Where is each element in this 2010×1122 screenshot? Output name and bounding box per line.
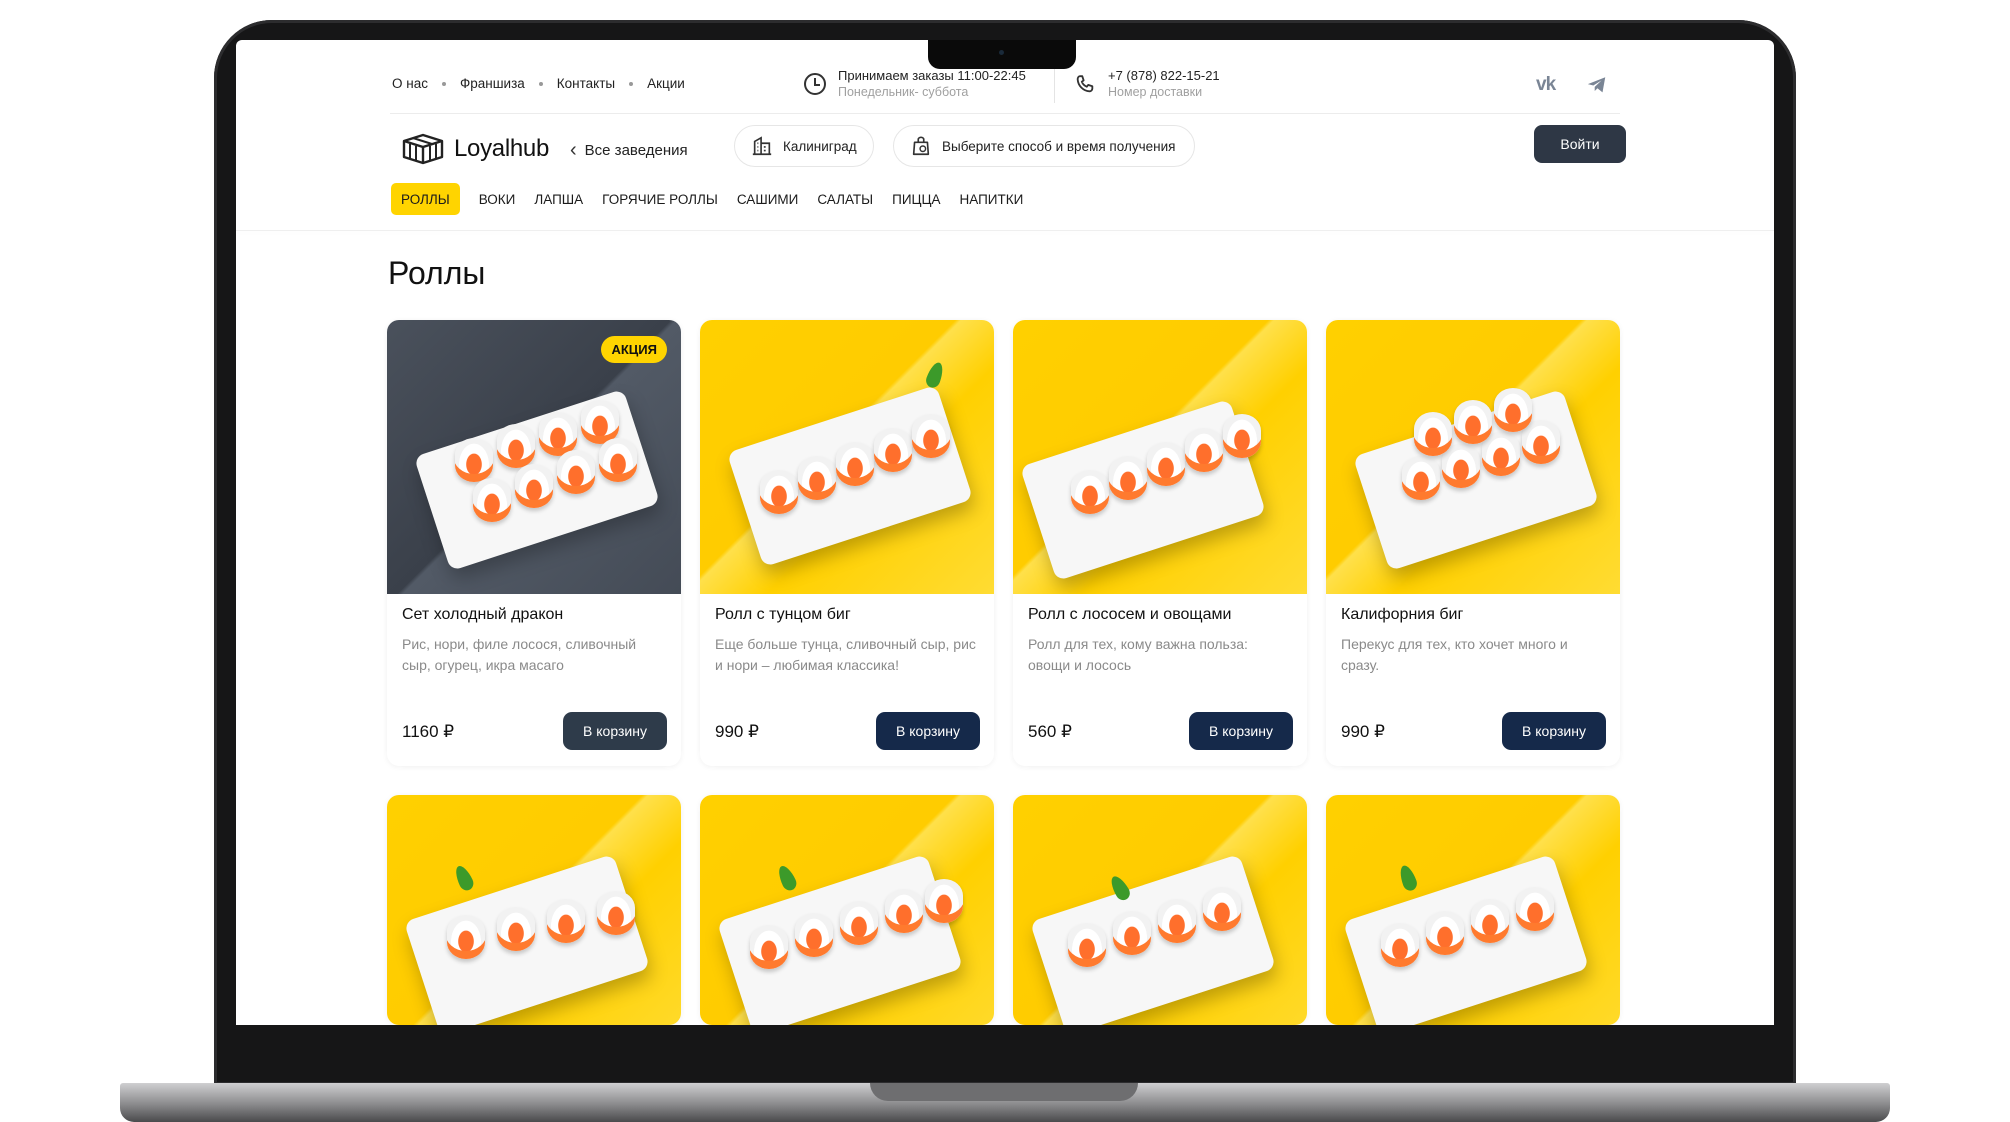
delivery-label: Выберите способ и время получения bbox=[942, 138, 1176, 154]
phone-icon bbox=[1076, 75, 1094, 93]
tab-noodles[interactable]: ЛАПША bbox=[534, 183, 583, 215]
divider bbox=[1054, 69, 1055, 103]
tab-sashimi[interactable]: САШИМИ bbox=[737, 183, 798, 215]
phone-subtitle: Номер доставки bbox=[1108, 85, 1203, 99]
product-price: 560 ₽ bbox=[1028, 722, 1072, 741]
tab-drinks[interactable]: НАПИТКИ bbox=[960, 183, 1024, 215]
product-card[interactable]: Ролл с тунцом биг Еще больше тунца, слив… bbox=[700, 320, 994, 766]
dot-separator bbox=[538, 81, 543, 86]
tab-salads[interactable]: САЛАТЫ bbox=[817, 183, 873, 215]
product-card[interactable] bbox=[387, 795, 681, 1025]
product-price: 990 ₽ bbox=[715, 722, 759, 741]
add-to-cart-button[interactable]: В корзину bbox=[1189, 712, 1293, 750]
bag-icon bbox=[912, 136, 930, 156]
chevron-left-icon: ‹ bbox=[570, 139, 577, 161]
all-venues-label: Все заведения bbox=[584, 141, 688, 159]
delivery-phone[interactable]: +7 (878) 822-15-21 Номер доставки bbox=[1074, 68, 1220, 100]
city-selector[interactable]: Калиниград bbox=[734, 125, 874, 167]
product-title: Калифорния биг bbox=[1341, 606, 1464, 623]
top-links: О нас Франшиза Контакты Акции bbox=[392, 76, 685, 91]
tab-hot-rolls[interactable]: ГОРЯЧИЕ РОЛЛЫ bbox=[602, 183, 718, 215]
product-card[interactable] bbox=[700, 795, 994, 1025]
add-to-cart-button[interactable]: В корзину bbox=[563, 712, 667, 750]
product-image bbox=[387, 795, 681, 1025]
promo-badge: АКЦИЯ bbox=[601, 336, 667, 363]
work-hours: Принимаем заказы 11:00-22:45 Понедельник… bbox=[804, 68, 1026, 100]
tab-pizza[interactable]: ПИЦЦА bbox=[892, 183, 940, 215]
link-franchise[interactable]: Франшиза bbox=[460, 76, 525, 91]
product-title: Сет холодный дракон bbox=[402, 606, 564, 623]
product-card[interactable] bbox=[1013, 795, 1307, 1025]
add-to-cart-button[interactable]: В корзину bbox=[876, 712, 980, 750]
product-description: Перекус для тех, кто хочет много и сразу… bbox=[1341, 636, 1568, 673]
phone-number: +7 (878) 822-15-21 bbox=[1108, 68, 1220, 83]
delivery-method-selector[interactable]: Выберите способ и время получения bbox=[893, 125, 1195, 167]
product-price: 1160 ₽ bbox=[402, 722, 455, 741]
clock-icon bbox=[804, 73, 826, 95]
browser-screen: О нас Франшиза Контакты Акции Принимаем … bbox=[236, 40, 1774, 1025]
camera-notch bbox=[928, 40, 1076, 69]
product-description: Рис, нори, филе лосося, сливочный сыр, о… bbox=[402, 636, 637, 673]
all-venues-link[interactable]: ‹ Все заведения bbox=[570, 140, 688, 160]
product-image bbox=[700, 320, 994, 594]
product-image bbox=[1013, 795, 1307, 1025]
product-description: Ролл для тех, кому важна польза: овощи и… bbox=[1028, 636, 1248, 673]
product-card[interactable]: Ролл с лососем и овощами Ролл для тех, к… bbox=[1013, 320, 1307, 766]
product-title: Ролл с тунцом биг bbox=[715, 606, 851, 623]
page-title: Роллы bbox=[388, 255, 486, 291]
add-to-cart-button[interactable]: В корзину bbox=[1502, 712, 1606, 750]
tab-woks[interactable]: ВОКИ bbox=[479, 183, 516, 215]
camera-icon bbox=[999, 50, 1004, 55]
product-image bbox=[700, 795, 994, 1025]
hours-title: Принимаем заказы 11:00-22:45 bbox=[838, 68, 1026, 83]
telegram-icon[interactable] bbox=[1586, 74, 1608, 96]
product-description: Еще больше тунца, сливочный сыр, рис и н… bbox=[715, 636, 976, 673]
product-image bbox=[1326, 320, 1620, 594]
link-contacts[interactable]: Контакты bbox=[557, 76, 615, 91]
vk-icon[interactable]: vk bbox=[1536, 74, 1556, 96]
dot-separator bbox=[441, 81, 446, 86]
product-card[interactable]: АКЦИЯ Сет холодный дракон Рис, нори, фил… bbox=[387, 320, 681, 766]
city-label: Калиниград bbox=[783, 138, 857, 154]
product-price: 990 ₽ bbox=[1341, 722, 1385, 741]
link-promos[interactable]: Акции bbox=[647, 76, 685, 91]
building-icon bbox=[752, 136, 772, 156]
product-image bbox=[1326, 795, 1620, 1025]
brand-logo[interactable]: Loyalhub bbox=[400, 132, 549, 166]
product-image bbox=[1013, 320, 1307, 594]
dot-separator bbox=[629, 81, 634, 86]
tab-rolls[interactable]: РОЛЛЫ bbox=[391, 183, 460, 215]
product-title: Ролл с лососем и овощами bbox=[1028, 606, 1232, 623]
laptop-base-notch bbox=[870, 1083, 1138, 1101]
box-logo-icon bbox=[402, 133, 444, 165]
product-card[interactable] bbox=[1326, 795, 1620, 1025]
product-image: АКЦИЯ bbox=[387, 320, 681, 594]
header-divider bbox=[390, 113, 1620, 114]
link-about[interactable]: О нас bbox=[392, 76, 428, 91]
login-button[interactable]: Войти bbox=[1534, 125, 1626, 163]
product-card[interactable]: Калифорния биг Перекус для тех, кто хоче… bbox=[1326, 320, 1620, 766]
nav-divider bbox=[236, 230, 1774, 231]
hours-subtitle: Понедельник- суббота bbox=[838, 85, 969, 99]
brand-name: Loyalhub bbox=[454, 135, 550, 162]
category-nav: РОЛЛЫ ВОКИ ЛАПША ГОРЯЧИЕ РОЛЛЫ САШИМИ СА… bbox=[391, 183, 1042, 215]
